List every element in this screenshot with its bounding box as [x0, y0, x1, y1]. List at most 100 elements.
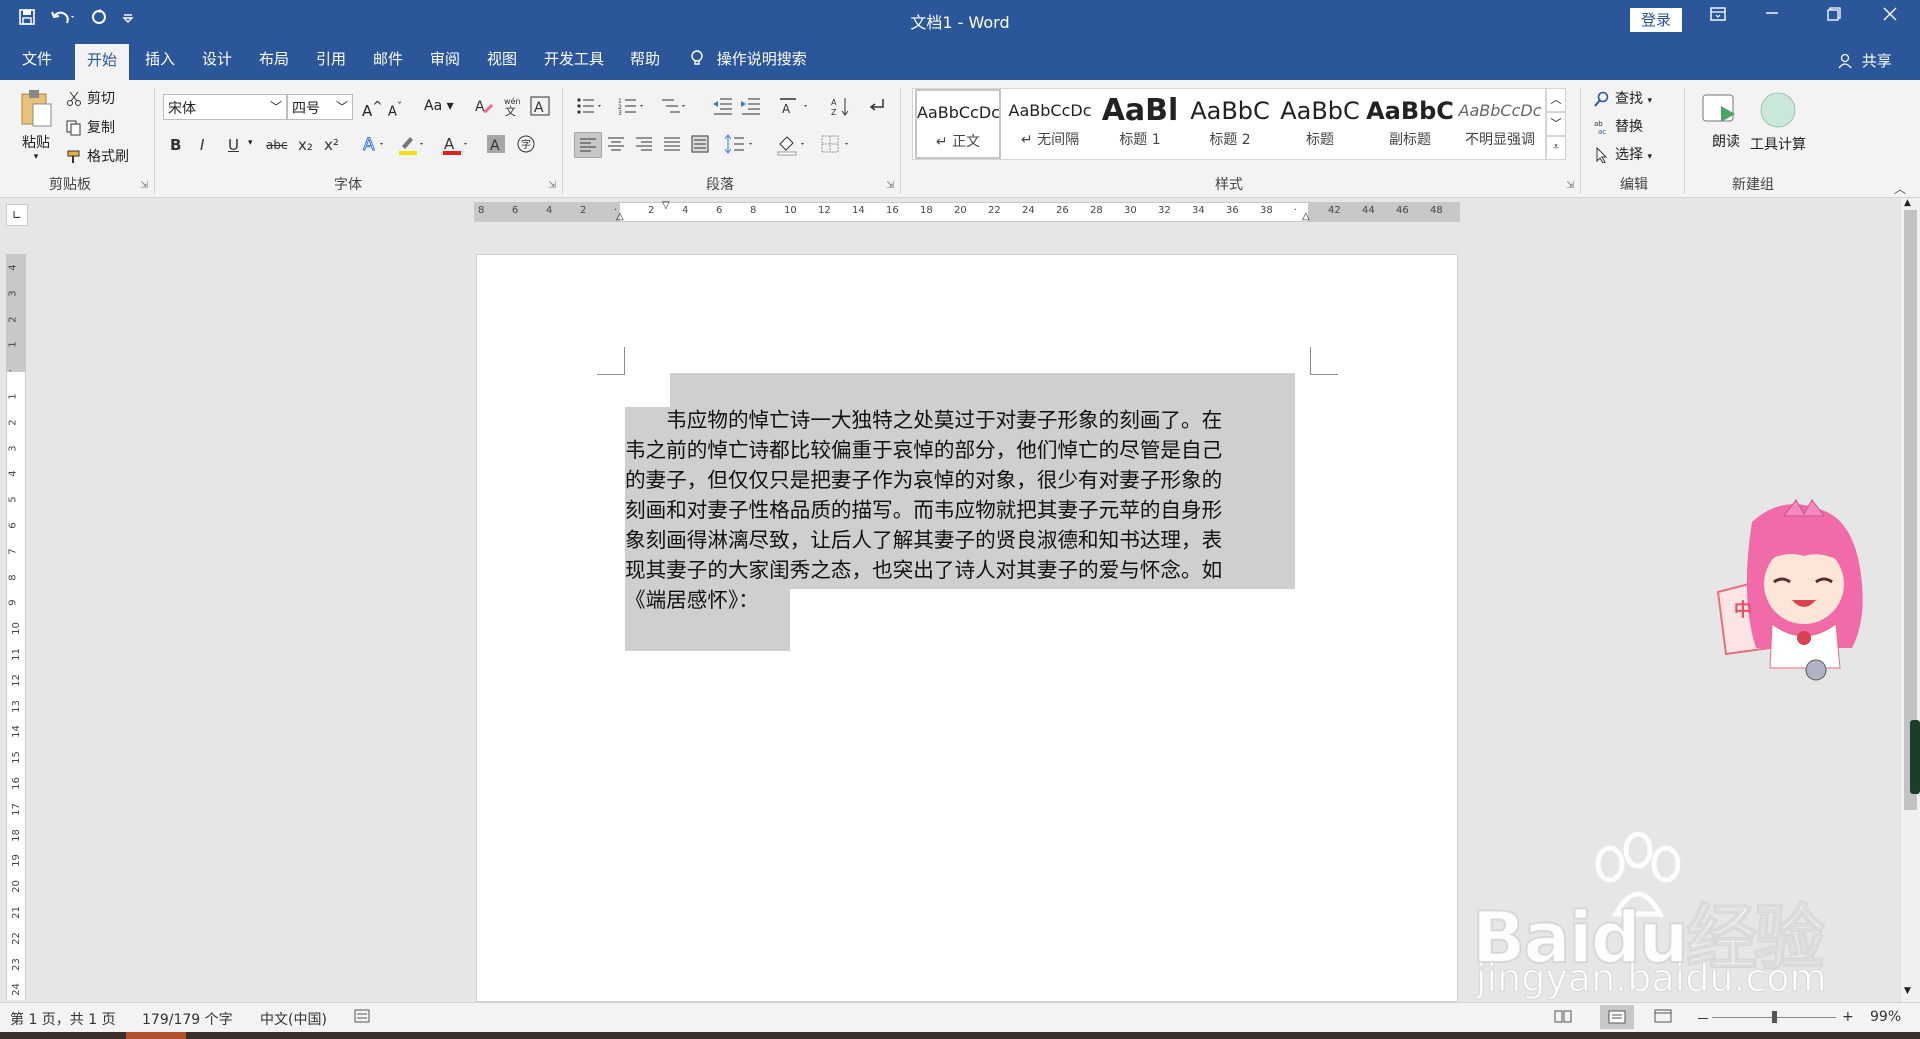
grow-font-button[interactable]: A^ [362, 98, 383, 120]
chevron-down-icon[interactable]: ▾ [248, 138, 253, 148]
paste-button[interactable]: 粘贴 ▾ [18, 88, 54, 162]
numbering-icon[interactable]: 123 [618, 96, 648, 120]
text-effects-icon[interactable]: A [362, 134, 388, 158]
find-button[interactable]: 查找 ▾ [1594, 88, 1652, 108]
font-name-combo[interactable]: 宋体 ﹀ [163, 94, 287, 120]
style-title[interactable]: AaBbC 标题 [1275, 89, 1365, 159]
read-aloud-button[interactable]: 朗读 [1700, 92, 1740, 151]
dialog-launcher-icon[interactable]: ⇲ [548, 180, 556, 191]
web-layout-icon[interactable] [1654, 1009, 1672, 1027]
vertical-ruler[interactable]: 4 3 2 1 · 1 2 3 4 5 6 7 8 9 10 11 12 13 14 15 16 17 18 19 20 21 22… [6, 254, 26, 1000]
tab-home[interactable]: 开始 [75, 44, 130, 80]
distributed-icon[interactable] [688, 132, 714, 160]
minimize-icon[interactable] [1750, 5, 1794, 26]
shading-icon[interactable] [776, 132, 810, 160]
ribbon-display-icon[interactable] [1696, 5, 1740, 26]
first-line-indent-marker[interactable]: ▽ [662, 200, 670, 211]
tab-help[interactable]: 帮助 [630, 48, 660, 69]
styles-scroll-up-icon[interactable]: ︿ [1546, 88, 1566, 112]
character-border-icon[interactable]: A [530, 96, 550, 120]
character-shading-icon[interactable]: A [486, 134, 506, 158]
zoom-slider-thumb[interactable] [1772, 1011, 1777, 1023]
font-size-combo[interactable]: 四号 ﹀ [287, 94, 353, 120]
tab-references[interactable]: 引用 [316, 48, 346, 69]
dialog-launcher-icon[interactable]: ⇲ [140, 180, 148, 191]
strikethrough-button[interactable]: abc [266, 138, 288, 152]
italic-button[interactable]: I [200, 136, 204, 154]
show-marks-icon[interactable] [866, 96, 886, 120]
vertical-scrollbar[interactable]: ▲ ▼ [1900, 198, 1920, 1002]
tab-layout[interactable]: 布局 [259, 48, 289, 69]
zoom-level[interactable]: 99% [1870, 1009, 1901, 1025]
tab-review[interactable]: 审阅 [430, 48, 460, 69]
dialog-launcher-icon[interactable]: ⇲ [886, 180, 894, 191]
highlight-color-icon[interactable] [398, 134, 428, 160]
subscript-button[interactable]: x₂ [298, 136, 313, 154]
macro-icon[interactable] [354, 1009, 370, 1027]
right-indent-marker[interactable]: △ [1302, 211, 1310, 222]
chinese-layout-icon[interactable]: A [778, 96, 812, 120]
zoom-in-button[interactable]: + [1842, 1009, 1854, 1025]
zoom-slider[interactable] [1712, 1011, 1836, 1023]
clear-formatting-icon[interactable]: A [474, 96, 494, 120]
sort-icon[interactable]: AZ [830, 96, 852, 122]
borders-icon[interactable] [820, 132, 854, 160]
bullets-icon[interactable] [576, 96, 606, 120]
restore-icon[interactable] [1812, 5, 1856, 26]
align-center-button[interactable] [604, 132, 630, 160]
word-count[interactable]: 179/179 个字 [142, 1009, 233, 1029]
multilevel-list-icon[interactable] [660, 96, 690, 120]
select-button[interactable]: 选择 ▾ [1594, 144, 1652, 164]
underline-button[interactable]: U [228, 136, 239, 154]
copy-button[interactable]: 复制 [66, 117, 115, 137]
align-right-button[interactable] [632, 132, 658, 160]
font-color-icon[interactable]: A [442, 134, 472, 160]
styles-more-icon[interactable]: ⩡ [1546, 136, 1566, 160]
close-icon[interactable] [1868, 5, 1912, 26]
tab-design[interactable]: 设计 [202, 48, 232, 69]
style-subtle-emphasis[interactable]: AaBbCcDc 不明显强调 [1455, 89, 1545, 159]
style-subtitle[interactable]: AaBbC 副标题 [1365, 89, 1455, 159]
scroll-up-icon[interactable]: ▲ [1904, 198, 1911, 208]
tab-insert[interactable]: 插入 [145, 48, 175, 69]
tell-me-search[interactable]: 操作说明搜索 [690, 48, 807, 69]
align-left-button[interactable] [574, 132, 602, 158]
horizontal-ruler[interactable]: 8 6 4 2 · 2 4 6 8 10 12 14 16 18 20 22 24 26 28 30 32 34 36 38 ·… [474, 200, 1460, 222]
justify-button[interactable] [660, 132, 686, 160]
line-spacing-icon[interactable] [724, 132, 758, 160]
replace-button[interactable]: ab ac 替换 [1594, 116, 1643, 136]
shrink-font-button[interactable]: Aˇ [388, 100, 402, 119]
styles-scroll-down-icon[interactable]: ﹀ [1546, 112, 1566, 136]
bold-button[interactable]: B [170, 136, 181, 154]
dialog-launcher-icon[interactable]: ⇲ [1566, 180, 1574, 191]
phonetic-guide-icon[interactable]: wén 文 [502, 96, 522, 120]
scroll-down-icon[interactable]: ▼ [1904, 986, 1911, 996]
increase-indent-icon[interactable] [740, 96, 762, 120]
style-normal[interactable]: AaBbCcDc ↵ 正文 [915, 89, 1001, 159]
tab-selector[interactable]: ∟ [6, 204, 28, 226]
document-body[interactable]: 韦应物的悼亡诗一大独特之处莫过于对妻子形象的刻画了。在 韦之前的悼亡诗都比较偏重… [625, 405, 1295, 615]
tool-calc-button[interactable]: 工具计算 [1746, 92, 1810, 154]
print-layout-icon[interactable] [1600, 1005, 1634, 1029]
page-count[interactable]: 第 1 页，共 1 页 [10, 1009, 116, 1029]
login-button[interactable]: 登录 [1630, 8, 1682, 32]
share-button[interactable]: 共享 [1838, 50, 1892, 71]
superscript-button[interactable]: x² [324, 136, 339, 154]
collapse-ribbon-icon[interactable]: ︿ [1894, 180, 1906, 197]
change-case-button[interactable]: Aa ▾ [424, 98, 454, 114]
language[interactable]: 中文(中国) [260, 1009, 327, 1029]
tab-mailings[interactable]: 邮件 [373, 48, 403, 69]
cut-button[interactable]: 剪切 [66, 88, 115, 108]
zoom-out-button[interactable]: － [1696, 1009, 1710, 1029]
style-no-spacing[interactable]: AaBbCcDc ↵ 无间隔 [1005, 89, 1095, 159]
style-heading-1[interactable]: AaBl 标题 1 [1095, 89, 1185, 159]
document-page[interactable]: 韦应物的悼亡诗一大独特之处莫过于对妻子形象的刻画了。在 韦之前的悼亡诗都比较偏重… [476, 254, 1458, 1002]
format-painter-button[interactable]: 格式刷 [66, 146, 129, 166]
tab-file[interactable]: 文件 [22, 48, 52, 69]
style-heading-2[interactable]: AaBbC 标题 2 [1185, 89, 1275, 159]
left-indent-marker[interactable]: △ [616, 211, 624, 222]
enclose-characters-icon[interactable]: 字 [516, 134, 536, 158]
decrease-indent-icon[interactable] [712, 96, 734, 120]
tab-view[interactable]: 视图 [487, 48, 517, 69]
read-mode-icon[interactable] [1554, 1009, 1572, 1027]
